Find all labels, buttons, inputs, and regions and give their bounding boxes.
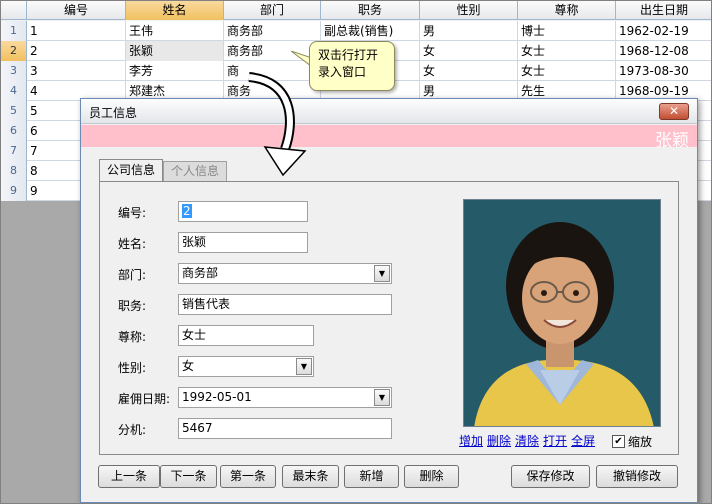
name-label: 姓名: [118,237,147,251]
cell-gender[interactable]: 男 [420,21,518,41]
banner-name: 张颖 [655,131,689,151]
row-number[interactable]: 5 [1,101,27,121]
col-header-birthdate[interactable]: 出生日期 [616,1,711,20]
id-value: 2 [182,204,192,218]
cell-id[interactable]: 3 [27,61,126,81]
cell-id[interactable]: 2 [27,41,126,61]
row-number[interactable]: 3 [1,61,27,81]
extension-label: 分机: [118,423,147,437]
cell-birthdate[interactable]: 1962-02-19 [616,21,711,41]
dialog-title: 员工信息 [89,106,138,120]
next-record-button[interactable]: 下一条 [160,465,217,488]
cell-courtesy[interactable]: 女士 [518,61,616,81]
employee-photo[interactable] [463,199,661,427]
cancel-changes-button[interactable]: 撤销修改 [596,465,678,488]
gender-select[interactable]: 女 ▼ [178,356,314,377]
name-banner: 张颖 [81,125,697,151]
cell-name[interactable]: 张颖 [126,41,224,61]
row-number[interactable]: 4 [1,81,27,101]
grid-corner[interactable] [1,1,27,20]
curved-arrow-icon [248,72,307,177]
hire-date-value: 1992-05-01 [182,390,252,404]
row-number[interactable]: 8 [1,161,27,181]
delete-record-button[interactable]: 删除 [404,465,459,488]
photo-open-link[interactable]: 打开 [543,432,567,449]
gender-value: 女 [182,359,195,373]
prev-record-button[interactable]: 上一条 [98,465,160,488]
zoom-label: 缩放 [628,435,653,449]
cell-gender[interactable]: 女 [420,41,518,61]
tab-bar: 公司信息 个人信息 [99,159,228,182]
courtesy-label: 尊称: [118,330,147,344]
cell-name[interactable]: 李芳 [126,61,224,81]
photo-add-link[interactable]: 增加 [459,432,483,449]
cell-name[interactable]: 王伟 [126,21,224,41]
cell-dept[interactable]: 商务部 [224,21,321,41]
tab-company-info[interactable]: 公司信息 [99,159,164,181]
tab-personal-info[interactable]: 个人信息 [163,161,228,181]
chevron-down-icon[interactable]: ▼ [374,389,390,406]
photo-delete-link[interactable]: 删除 [487,432,511,449]
chevron-down-icon[interactable]: ▼ [374,265,390,282]
col-header-id[interactable]: 编号 [27,1,126,20]
cell-birthdate[interactable]: 1973-08-30 [616,61,711,81]
save-changes-button[interactable]: 保存修改 [511,465,590,488]
hint-callout: 双击行打开录入窗口 [309,41,395,91]
cell-id[interactable]: 1 [27,21,126,41]
employee-dialog: 员工信息 ✕ 张颖 公司信息 个人信息 编号: 2 姓名: 张颖 部门: 商务部… [80,98,698,503]
col-header-gender[interactable]: 性别 [420,1,518,20]
extension-field[interactable]: 5467 [178,418,392,439]
row-number[interactable]: 7 [1,141,27,161]
row-number[interactable]: 2 [1,41,27,61]
courtesy-field[interactable]: 女士 [178,325,314,346]
dept-value: 商务部 [182,266,219,280]
photo-clear-link[interactable]: 清除 [515,432,539,449]
gender-label: 性别: [118,361,147,375]
add-record-button[interactable]: 新增 [344,465,399,488]
id-field[interactable]: 2 [178,201,308,222]
col-header-name[interactable]: 姓名 [126,1,224,20]
cell-title[interactable]: 副总裁(销售) [321,21,420,41]
hire-date-label: 雇佣日期: [118,392,171,406]
dept-label: 部门: [118,268,147,282]
cell-courtesy[interactable]: 博士 [518,21,616,41]
app-window: 编号 姓名 部门 职务 性别 尊称 出生日期 1 1 王伟 商务部 副总裁(销售) 男博士… [0,0,712,504]
id-label: 编号: [118,206,147,220]
name-field[interactable]: 张颖 [178,232,308,253]
zoom-checkbox[interactable]: ✔ [612,435,625,448]
col-header-courtesy[interactable]: 尊称 [518,1,616,20]
photo-actions: 增加 删除 清除 打开 全屏 [459,432,595,449]
photo-fullscreen-link[interactable]: 全屏 [571,432,595,449]
close-button[interactable]: ✕ [659,103,689,120]
cell-birthdate[interactable]: 1968-12-08 [616,41,711,61]
cell-gender[interactable]: 女 [420,61,518,81]
col-header-title[interactable]: 职务 [321,1,420,20]
dialog-titlebar[interactable]: 员工信息 ✕ [81,99,697,124]
row-number[interactable]: 1 [1,21,27,41]
grid-header: 编号 姓名 部门 职务 性别 尊称 出生日期 [1,1,711,20]
title-field[interactable]: 销售代表 [178,294,392,315]
dept-select[interactable]: 商务部 ▼ [178,263,392,284]
col-header-dept[interactable]: 部门 [224,1,321,20]
row-number[interactable]: 6 [1,121,27,141]
row-number[interactable]: 9 [1,181,27,201]
table-row[interactable]: 1 1 王伟 商务部 副总裁(销售) 男博士 1962-02-19 [1,21,711,41]
last-record-button[interactable]: 最末条 [282,465,339,488]
first-record-button[interactable]: 第一条 [220,465,276,488]
cell-courtesy[interactable]: 女士 [518,41,616,61]
hire-date-picker[interactable]: 1992-05-01 ▼ [178,387,392,408]
title-label: 职务: [118,299,147,313]
zoom-toggle[interactable]: ✔ 缩放 [612,433,652,450]
portrait-image [464,200,660,426]
chevron-down-icon[interactable]: ▼ [296,358,312,375]
